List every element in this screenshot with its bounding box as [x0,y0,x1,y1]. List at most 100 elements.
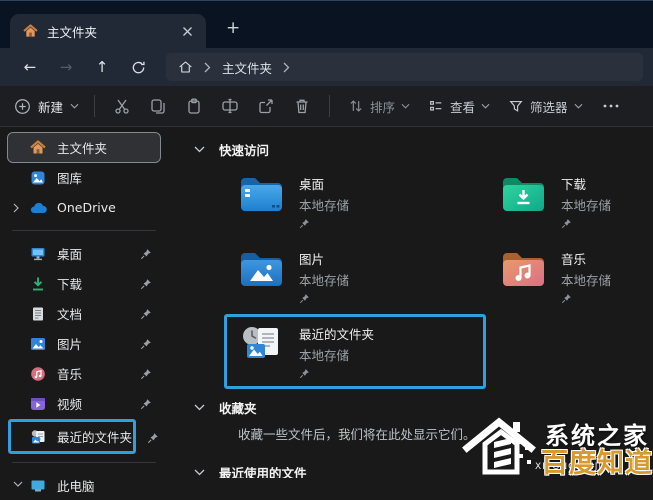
chevron-right-icon[interactable] [283,62,290,73]
navigation-bar: ← → ↑ 主文件夹 [0,48,653,86]
pin-icon [140,308,152,320]
sidebar-item-downloads[interactable]: 下载 [8,269,160,298]
more-options-button[interactable] [602,103,620,109]
sidebar-item-label: OneDrive [57,200,116,215]
quick-access-item-downloads[interactable]: 下载 本地存储 [486,164,653,239]
breadcrumb-home-icon[interactable] [178,60,193,74]
chevron-down-icon[interactable] [13,481,23,487]
item-subtitle: 本地存储 [561,195,611,214]
chevron-down-icon [70,103,79,109]
view-button[interactable]: 查看 [428,97,490,116]
item-name: 桌面 [299,174,349,193]
sidebar-divider [12,230,156,231]
section-recent-files[interactable]: 最近使用的文件 [194,463,653,478]
sidebar-item-onedrive[interactable]: OneDrive [8,193,160,222]
music-folder-icon [501,249,548,289]
view-list-icon [428,98,444,114]
music-icon [30,366,47,382]
plus-circle-icon [14,98,31,115]
tab-home-folder[interactable]: 主文件夹 [10,14,206,48]
sidebar-item-music[interactable]: 音乐 [8,359,160,388]
filter-button-label: 筛选器 [530,97,568,116]
item-subtitle: 本地存储 [561,270,611,289]
toolbar-divider [329,95,330,117]
share-button[interactable] [248,97,284,115]
sidebar-item-label: 下载 [57,274,82,293]
videos-icon [30,397,47,411]
pin-icon [147,432,159,444]
sidebar-item-desktop[interactable]: 桌面 [8,239,160,268]
sidebar-item-label: 主文件夹 [57,138,107,157]
sidebar-item-documents[interactable]: 文档 [8,299,160,328]
sidebar-item-label: 此电脑 [57,476,95,495]
cut-button[interactable] [104,97,140,115]
toolbar-divider [94,95,95,117]
pin-icon [299,293,349,304]
view-button-label: 查看 [450,97,475,116]
new-button-label: 新建 [38,97,63,116]
chevron-down-icon[interactable] [194,146,205,153]
chevron-right-icon[interactable] [13,203,19,213]
tab-close-icon[interactable] [177,23,198,40]
address-bar[interactable]: 主文件夹 [166,53,643,81]
quick-access-item-music[interactable]: 音乐 本地存储 [486,239,653,314]
chevron-down-icon[interactable] [194,469,205,476]
sort-arrows-icon [348,98,364,114]
item-subtitle: 本地存储 [299,345,374,364]
recent-folder-icon [30,429,47,445]
filter-button[interactable]: 筛选器 [508,97,583,116]
sidebar-item-this-pc[interactable]: 此电脑 [8,471,160,500]
item-subtitle: 本地存储 [299,195,349,214]
sidebar-item-videos[interactable]: 视频 [8,389,160,418]
section-title: 最近使用的文件 [219,463,307,478]
rename-button[interactable] [212,97,248,115]
chevron-down-icon [401,103,410,109]
downloads-folder-icon [501,174,548,214]
pin-icon [299,218,349,229]
navigation-pane: 主文件夹 图库 OneDrive [0,127,168,478]
sidebar-item-label: 桌面 [57,244,82,263]
file-list-pane: 快速访问 桌面 [168,127,653,478]
back-button[interactable]: ← [12,58,48,76]
delete-button[interactable] [284,97,320,115]
gallery-icon [30,170,47,186]
quick-access-item-desktop[interactable]: 桌面 本地存储 [224,164,486,239]
pin-icon [140,248,152,260]
section-title: 快速访问 [219,140,269,159]
chevron-right-icon [204,62,211,73]
pin-icon [299,368,374,379]
quick-access-item-pictures[interactable]: 图片 本地存储 [224,239,486,314]
chevron-down-icon[interactable] [194,404,205,411]
sidebar-item-pictures[interactable]: 图片 [8,329,160,358]
quick-access-item-recent-folders[interactable]: 最近的文件夹 本地存储 [224,314,486,389]
breadcrumb[interactable]: 主文件夹 [222,58,272,77]
item-name: 图片 [299,249,349,268]
new-tab-button[interactable]: + [220,18,246,39]
up-button[interactable]: ↑ [84,58,120,76]
section-quick-access[interactable]: 快速访问 [194,140,653,159]
copy-button[interactable] [140,97,176,115]
paste-button[interactable] [176,97,212,115]
sidebar-item-gallery[interactable]: 图库 [8,163,160,192]
pin-icon [140,338,152,350]
sidebar-item-label: 图片 [57,334,82,353]
section-title: 收藏夹 [219,398,257,417]
sidebar-item-home[interactable]: 主文件夹 [8,133,160,162]
chevron-down-icon [574,103,583,109]
command-toolbar: 新建 排序 [0,86,653,127]
section-favorites[interactable]: 收藏夹 [194,398,653,417]
sort-button-label: 排序 [370,97,395,116]
sidebar-item-recent-folders[interactable]: 最近的文件夹 [8,419,136,454]
sort-button[interactable]: 排序 [348,97,410,116]
refresh-button[interactable] [120,60,156,75]
pin-icon [140,278,152,290]
sidebar-divider [12,462,156,463]
this-pc-icon [30,479,47,493]
recent-folders-icon [239,324,286,364]
downloads-icon [30,276,47,292]
pin-icon [561,293,611,304]
new-button[interactable]: 新建 [14,97,79,116]
pictures-folder-icon [239,249,286,289]
pin-icon [140,398,152,410]
home-icon [30,140,47,155]
